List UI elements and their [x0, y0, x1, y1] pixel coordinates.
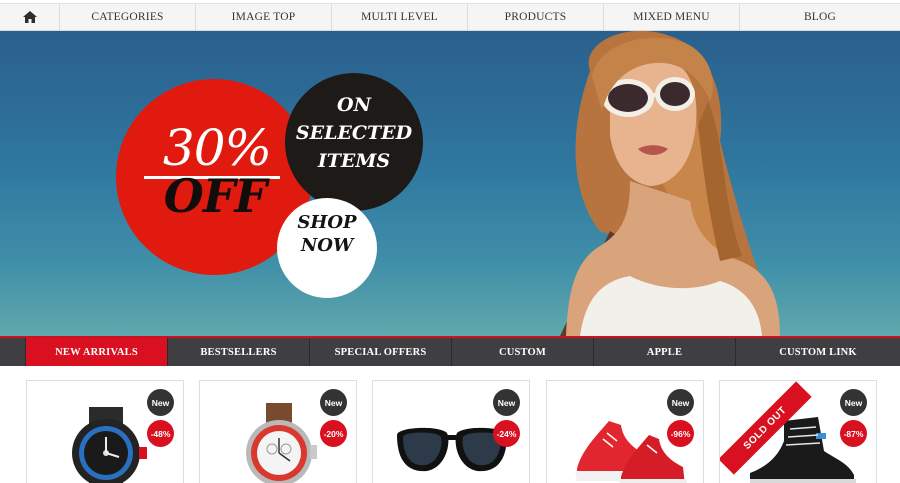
tab-bar-spacer [0, 338, 26, 366]
product-card[interactable]: New -24% [372, 380, 530, 483]
new-badge: New [147, 389, 174, 416]
new-badge: New [840, 389, 867, 416]
discount-badge: -24% [493, 420, 520, 447]
new-badge: New [667, 389, 694, 416]
discount-badge: -87% [840, 420, 867, 447]
shop-now-button[interactable]: SHOP NOW [279, 211, 375, 257]
nav-mixed-menu[interactable]: MIXED MENU [604, 4, 740, 30]
hero-banner[interactable]: 30% OFF ON SELECTED ITEMS SHOP NOW [0, 31, 900, 336]
product-tabs: NEW ARRIVALS BESTSELLERS SPECIAL OFFERS … [0, 336, 900, 366]
product-card[interactable]: SOLD OUT New -87% [719, 380, 877, 483]
on-selected-items-text: ON SELECTED ITEMS [290, 91, 418, 175]
discount-badge: -96% [667, 420, 694, 447]
nav-blog[interactable]: BLOG [740, 4, 900, 30]
nav-multi-level[interactable]: MULTI LEVEL [332, 4, 468, 30]
new-badge: New [493, 389, 520, 416]
on-selected-line-3: ITEMS [317, 150, 391, 172]
shop-now-line-2: NOW [300, 235, 354, 256]
discount-badge: -20% [320, 420, 347, 447]
discount-off-label: OFF [163, 169, 267, 223]
nav-products[interactable]: PRODUCTS [468, 4, 604, 30]
top-navigation: CATEGORIES IMAGE TOP MULTI LEVEL PRODUCT… [0, 3, 900, 31]
tab-custom[interactable]: CUSTOM [452, 338, 594, 366]
on-selected-line-1: ON [337, 94, 371, 116]
on-selected-line-2: SELECTED [295, 122, 413, 144]
discount-badge: -48% [147, 420, 174, 447]
tab-bestsellers[interactable]: BESTSELLERS [168, 338, 310, 366]
product-card[interactable]: New -48% [26, 380, 184, 483]
tab-apple[interactable]: APPLE [594, 338, 736, 366]
nav-image-top[interactable]: IMAGE TOP [196, 4, 332, 30]
model-woman-sunglasses-image [560, 31, 780, 336]
home-button[interactable] [0, 4, 60, 30]
home-icon [22, 11, 37, 23]
tab-special-offers[interactable]: SPECIAL OFFERS [310, 338, 452, 366]
new-badge: New [320, 389, 347, 416]
discount-percent: 30% [162, 119, 272, 177]
shop-now-line-1: SHOP [297, 212, 357, 233]
tab-new-arrivals[interactable]: NEW ARRIVALS [26, 338, 168, 366]
nav-categories[interactable]: CATEGORIES [60, 4, 196, 30]
product-card[interactable]: New -96% [546, 380, 704, 483]
product-card[interactable]: New -20% [199, 380, 357, 483]
tab-custom-link[interactable]: CUSTOM LINK [736, 338, 900, 366]
